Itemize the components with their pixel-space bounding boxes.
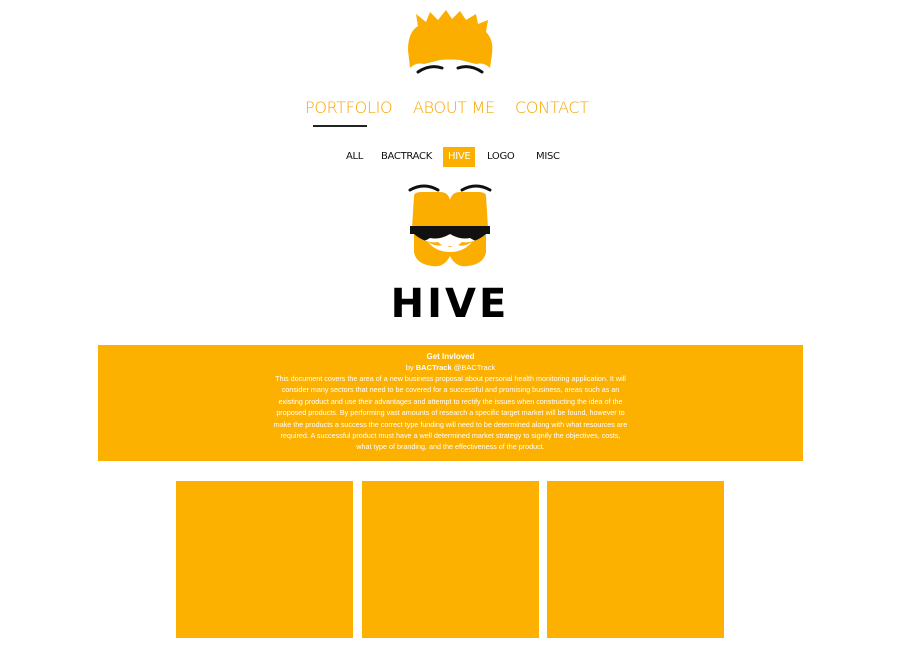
- nav-contact[interactable]: CONTACT: [515, 98, 589, 117]
- gallery-tile-2[interactable]: [362, 481, 539, 638]
- project-wordmark: HIVE: [390, 281, 510, 327]
- byline-author[interactable]: BACTrack: [416, 363, 452, 372]
- project-byline: by BACTrack @BACTrack: [98, 362, 803, 373]
- hive-logo-icon: [408, 184, 492, 267]
- filter-hive[interactable]: HIVE: [443, 147, 476, 167]
- main-nav: PORTFOLIO ABOUT ME CONTACT: [0, 98, 900, 128]
- category-filters: ALL BACTRACK HIVE LOGO MISC: [0, 147, 900, 167]
- byline-handle[interactable]: @BACTrack: [454, 363, 496, 372]
- project-info-panel: Get Invloved by BACTrack @BACTrack This …: [98, 345, 803, 461]
- project-description: This document covers the area of a new b…: [273, 374, 628, 452]
- nav-portfolio[interactable]: PORTFOLIO: [305, 98, 393, 117]
- filter-all[interactable]: ALL: [346, 147, 363, 167]
- byline-prefix: by: [405, 363, 414, 372]
- gallery-tile-3[interactable]: [547, 481, 724, 638]
- filter-misc[interactable]: MISC: [536, 147, 560, 167]
- nav-about-me[interactable]: ABOUT ME: [413, 98, 495, 117]
- gallery-tile-1[interactable]: [176, 481, 353, 638]
- site-logo-icon[interactable]: [400, 10, 500, 76]
- project-title: Get Invloved: [426, 352, 475, 361]
- nav-active-underline: [313, 125, 367, 127]
- filter-bactrack[interactable]: BACTRACK: [381, 147, 432, 167]
- filter-logo[interactable]: LOGO: [487, 147, 515, 167]
